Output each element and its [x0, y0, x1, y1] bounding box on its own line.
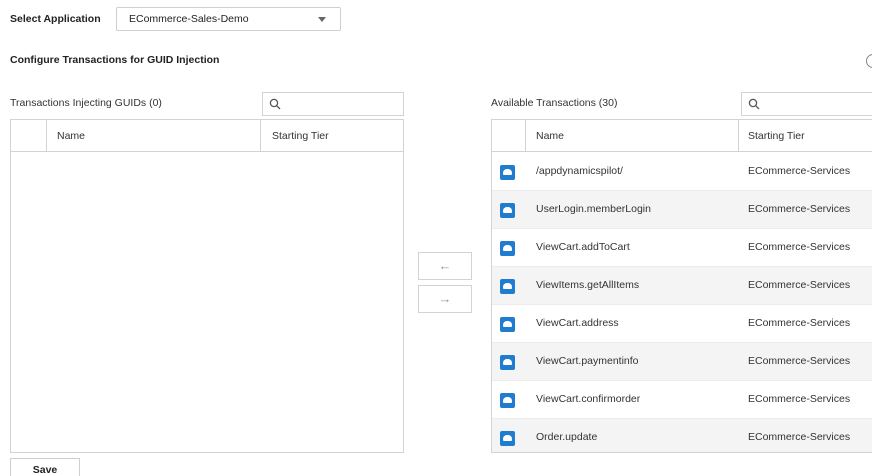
application-select[interactable]: ECommerce-Sales-Demo	[116, 7, 341, 31]
left-search-box[interactable]	[262, 92, 404, 116]
business-transaction-icon	[500, 393, 515, 408]
business-transaction-icon	[500, 355, 515, 370]
column-divider	[738, 120, 739, 151]
starting-tier: ECommerce-Services	[748, 355, 851, 367]
cloud-icon	[500, 165, 515, 180]
injecting-transactions-table: Name Starting Tier	[10, 119, 404, 453]
transaction-name: ViewCart.addToCart	[536, 241, 630, 253]
table-row[interactable]: Order.update ECommerce-Services	[492, 419, 872, 452]
table-header: Name Starting Tier	[11, 120, 403, 152]
application-select-value: ECommerce-Sales-Demo	[129, 13, 249, 25]
business-transaction-icon	[500, 431, 515, 446]
transaction-name: ViewCart.address	[536, 317, 619, 329]
section-title: Configure Transactions for GUID Injectio…	[10, 54, 220, 66]
business-transaction-icon	[500, 203, 515, 218]
table-row[interactable]: /appdynamicspilot/ ECommerce-Services	[492, 153, 872, 191]
transaction-name: ViewItems.getAllItems	[536, 279, 640, 291]
column-header-name[interactable]: Name	[57, 130, 85, 142]
starting-tier: ECommerce-Services	[748, 279, 851, 291]
search-icon	[748, 98, 760, 110]
save-button[interactable]: Save	[10, 458, 80, 476]
column-header-starting-tier[interactable]: Starting Tier	[748, 130, 805, 142]
arrow-right-icon: →	[438, 291, 452, 306]
transaction-name: Order.update	[536, 431, 598, 443]
right-search-box[interactable]	[741, 92, 872, 116]
column-divider	[46, 120, 47, 151]
business-transaction-icon	[500, 317, 515, 332]
table-row[interactable]: ViewCart.addToCart ECommerce-Services	[492, 229, 872, 267]
select-application-label: Select Application	[10, 13, 101, 25]
table-row[interactable]: ViewCart.address ECommerce-Services	[492, 305, 872, 343]
starting-tier: ECommerce-Services	[748, 165, 851, 177]
move-right-button[interactable]: →	[418, 285, 472, 313]
column-divider	[525, 120, 526, 151]
move-left-button[interactable]: ←	[418, 252, 472, 280]
available-transactions-table: Name Starting Tier /appdynamicspilot/ EC…	[491, 119, 872, 453]
starting-tier: ECommerce-Services	[748, 393, 851, 405]
right-search-input[interactable]	[764, 95, 872, 113]
business-transaction-icon	[500, 279, 515, 294]
table-row[interactable]: UserLogin.memberLogin ECommerce-Services	[492, 191, 872, 229]
search-icon	[269, 98, 281, 110]
starting-tier: ECommerce-Services	[748, 241, 851, 253]
column-header-name[interactable]: Name	[536, 130, 564, 142]
starting-tier: ECommerce-Services	[748, 317, 851, 329]
injecting-transactions-title: Transactions Injecting GUIDs (0)	[10, 97, 162, 109]
help-icon[interactable]	[866, 54, 872, 68]
column-header-starting-tier[interactable]: Starting Tier	[272, 130, 329, 142]
table-row[interactable]: ViewCart.confirmorder ECommerce-Services	[492, 381, 872, 419]
table-row[interactable]: ViewItems.getAllItems ECommerce-Services	[492, 267, 872, 305]
transaction-name: ViewCart.paymentinfo	[536, 355, 639, 367]
left-search-input[interactable]	[285, 95, 399, 113]
business-transaction-icon	[500, 241, 515, 256]
transaction-name: UserLogin.memberLogin	[536, 203, 651, 215]
arrow-left-icon: ←	[438, 258, 452, 273]
chevron-down-icon	[318, 17, 326, 22]
column-divider	[260, 120, 261, 151]
table-row[interactable]: ViewCart.paymentinfo ECommerce-Services	[492, 343, 872, 381]
transaction-name: /appdynamicspilot/	[536, 165, 623, 177]
starting-tier: ECommerce-Services	[748, 431, 851, 443]
transaction-name: ViewCart.confirmorder	[536, 393, 641, 405]
table-header: Name Starting Tier	[492, 120, 872, 152]
available-transactions-title: Available Transactions (30)	[491, 97, 618, 109]
starting-tier: ECommerce-Services	[748, 203, 851, 215]
